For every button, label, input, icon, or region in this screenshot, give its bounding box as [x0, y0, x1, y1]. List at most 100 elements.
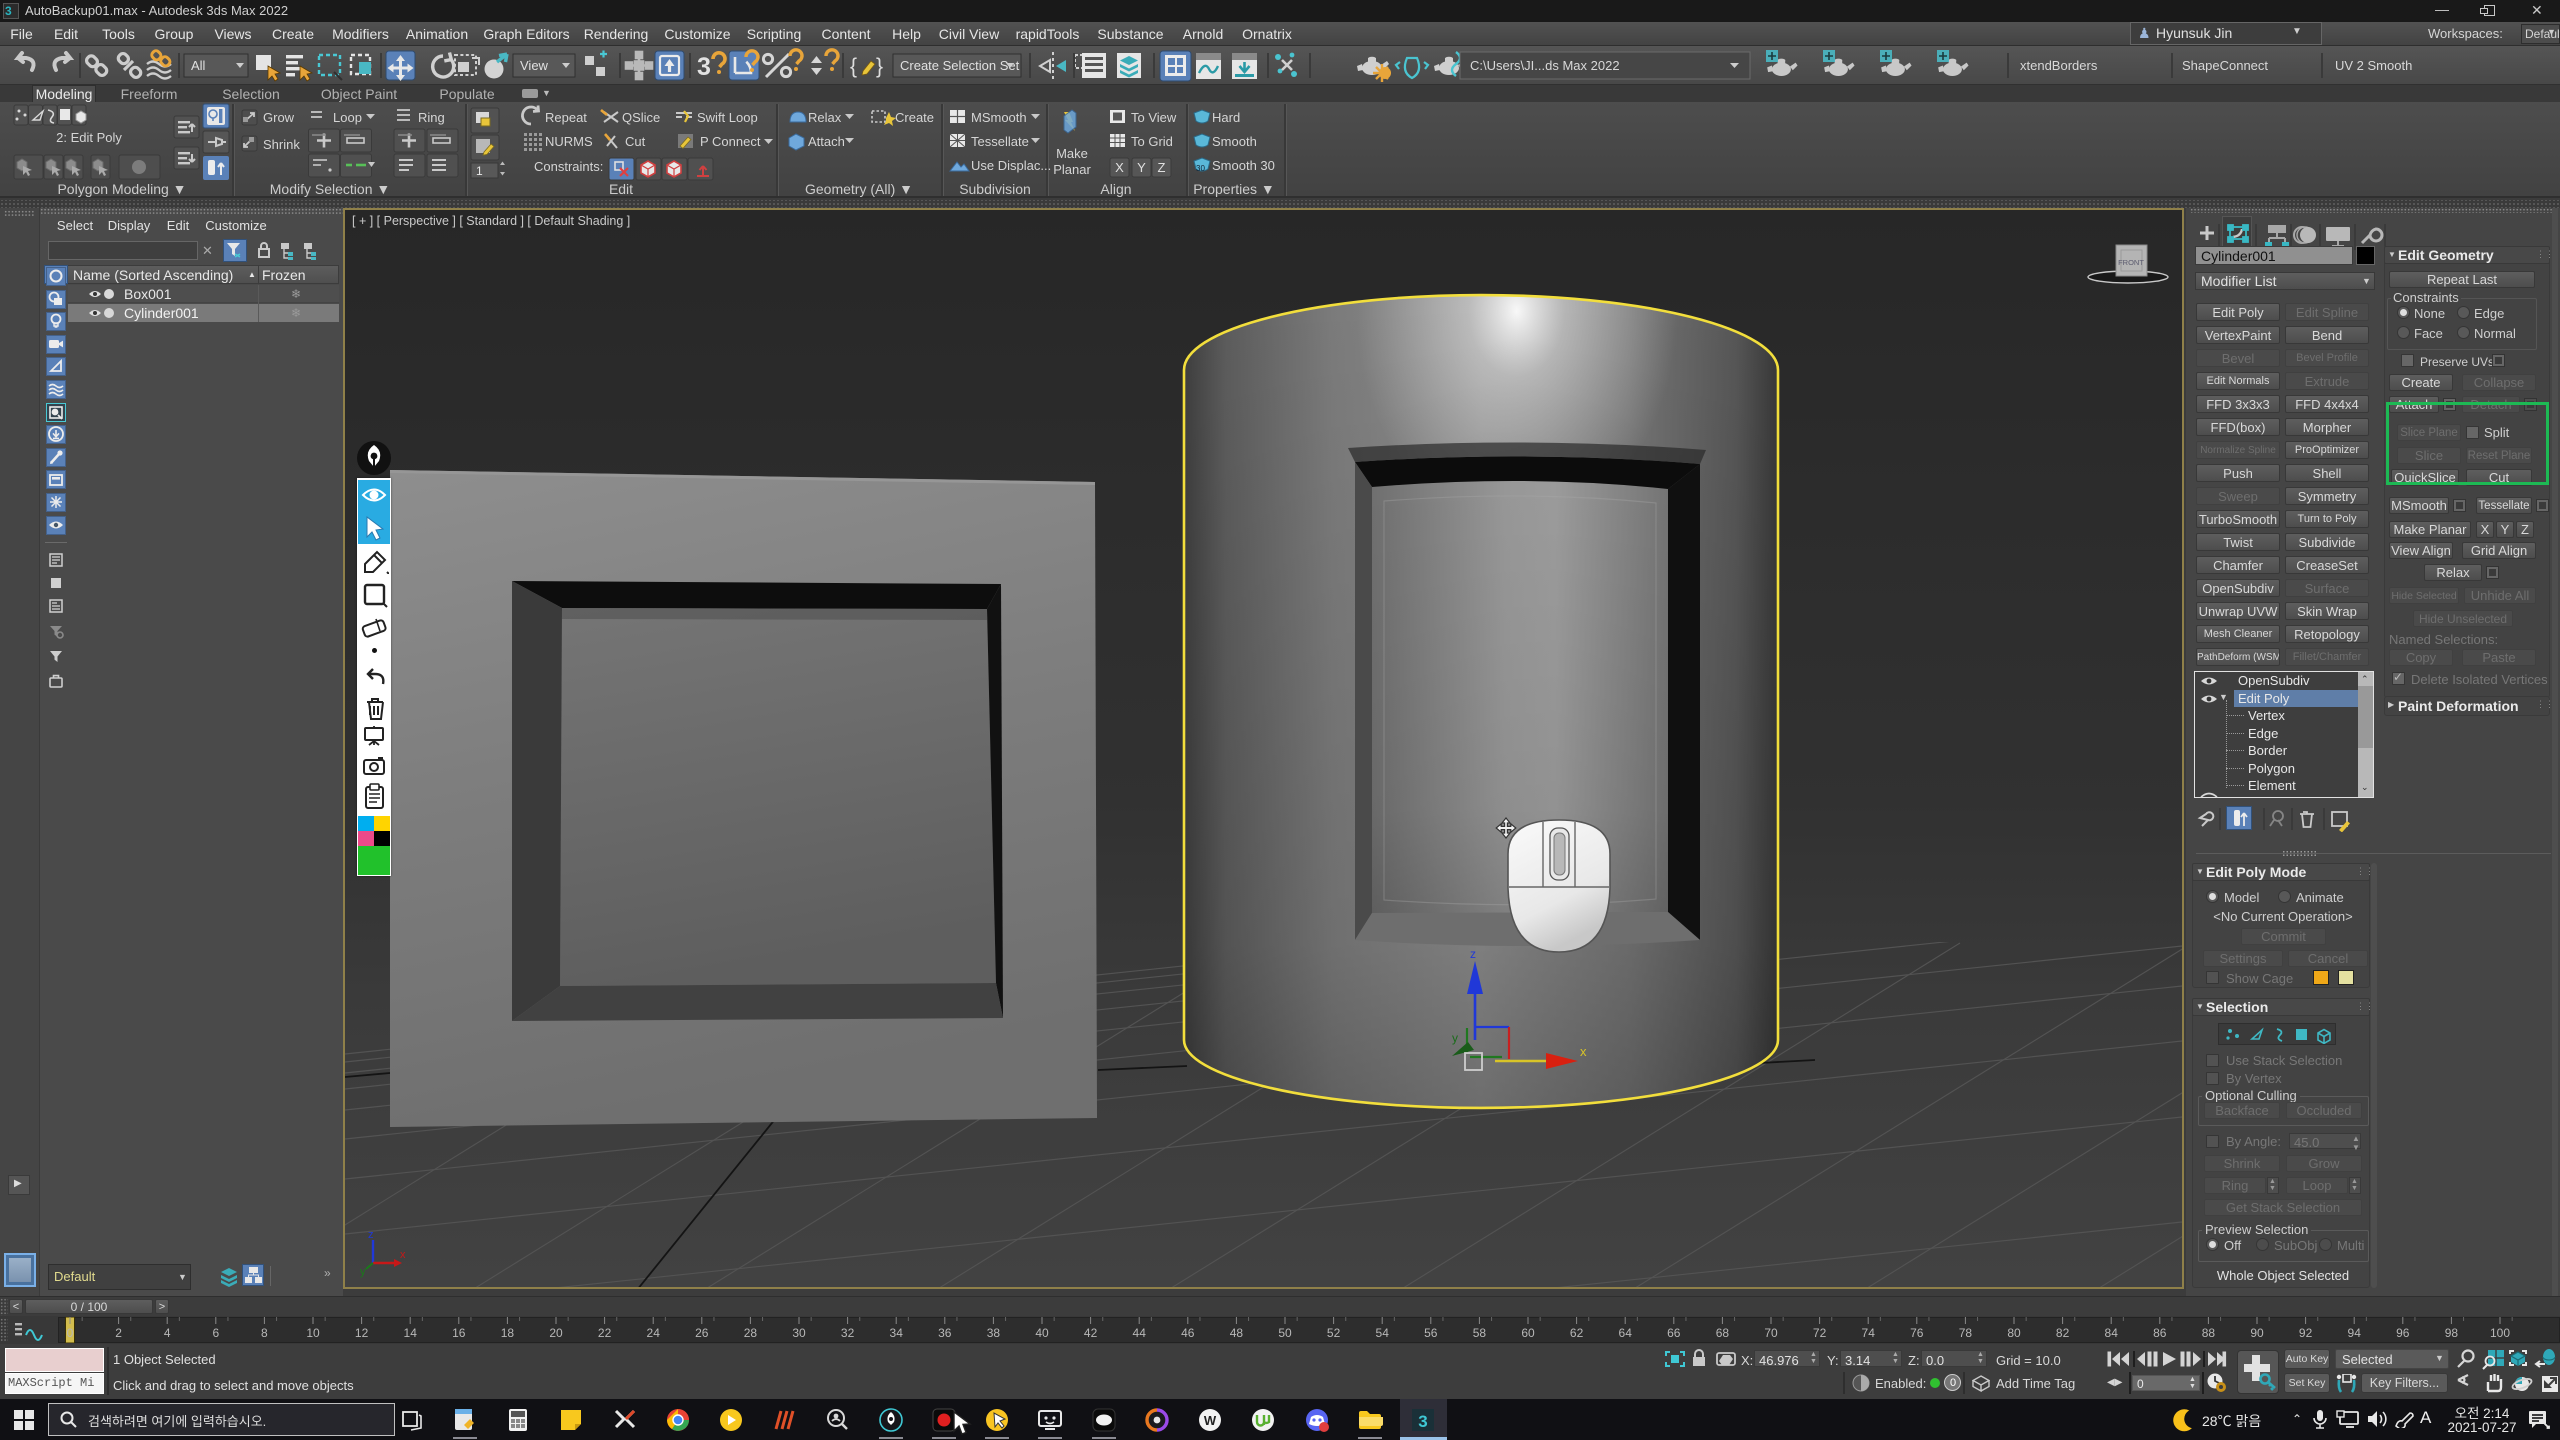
- svg-text:94: 94: [2348, 1326, 2362, 1340]
- svg-text:56: 56: [1424, 1326, 1438, 1340]
- svg-text:30: 30: [792, 1326, 806, 1340]
- svg-text:Use Displac...: Use Displac...: [971, 158, 1051, 173]
- svg-text:Planar: Planar: [1053, 162, 1091, 177]
- svg-text:z: z: [1470, 947, 1476, 961]
- svg-text:Geometry (All) ▼: Geometry (All) ▼: [805, 181, 913, 197]
- svg-text:16: 16: [452, 1326, 466, 1340]
- svg-text:3: 3: [1418, 1412, 1427, 1431]
- svg-text:50: 50: [1278, 1326, 1292, 1340]
- svg-text:UV 2 Smooth: UV 2 Smooth: [2335, 58, 2412, 73]
- svg-text:78: 78: [1959, 1326, 1973, 1340]
- svg-text:z: z: [368, 1229, 374, 1241]
- svg-text:52: 52: [1327, 1326, 1341, 1340]
- svg-text:88: 88: [2202, 1326, 2216, 1340]
- svg-text:26: 26: [695, 1326, 709, 1340]
- svg-text:84: 84: [2105, 1326, 2119, 1340]
- svg-text:Cut: Cut: [625, 134, 646, 149]
- svg-text:Modify Selection ▼: Modify Selection ▼: [270, 181, 390, 197]
- svg-text:W: W: [1204, 1413, 1217, 1428]
- svg-text:Smooth 30: Smooth 30: [1212, 158, 1275, 173]
- svg-text:70: 70: [1764, 1326, 1778, 1340]
- svg-text:38: 38: [987, 1326, 1001, 1340]
- svg-text:P Connect: P Connect: [700, 134, 761, 149]
- svg-text:Attach: Attach: [808, 134, 845, 149]
- svg-text:X: X: [1115, 160, 1124, 175]
- svg-text:42: 42: [1084, 1326, 1098, 1340]
- svg-text:30: 30: [1196, 164, 1205, 173]
- svg-text:All: All: [191, 58, 206, 73]
- svg-text:Create: Create: [895, 110, 934, 125]
- svg-text:64: 64: [1619, 1326, 1633, 1340]
- svg-text:}: }: [876, 55, 883, 78]
- svg-text:Ring: Ring: [418, 110, 445, 125]
- svg-text:0: 0: [67, 1326, 74, 1340]
- svg-text:36: 36: [938, 1326, 952, 1340]
- svg-text:Grow: Grow: [263, 110, 295, 125]
- svg-text:24: 24: [647, 1326, 661, 1340]
- svg-text:90: 90: [2250, 1326, 2264, 1340]
- svg-text:82: 82: [2056, 1326, 2070, 1340]
- svg-text:C:\Users\JI...ds Max 2022: C:\Users\JI...ds Max 2022: [1470, 58, 1620, 73]
- svg-text:Shrink: Shrink: [263, 137, 300, 152]
- svg-text:Subdivision: Subdivision: [959, 181, 1031, 197]
- svg-text:Smooth: Smooth: [1212, 134, 1257, 149]
- svg-text:View: View: [520, 58, 549, 73]
- svg-text:46: 46: [1181, 1326, 1195, 1340]
- svg-text:{: {: [850, 55, 857, 78]
- svg-text:76: 76: [1910, 1326, 1924, 1340]
- svg-text:Create Selection Set: Create Selection Set: [900, 58, 1020, 73]
- svg-text:22: 22: [598, 1326, 612, 1340]
- svg-text:68: 68: [1716, 1326, 1730, 1340]
- svg-text:Swift Loop: Swift Loop: [697, 110, 758, 125]
- svg-text:1: 1: [476, 164, 483, 178]
- svg-text:Hard: Hard: [1212, 110, 1240, 125]
- svg-text:NURMS: NURMS: [545, 134, 593, 149]
- svg-text:FRONT: FRONT: [2118, 258, 2144, 267]
- svg-text:x: x: [400, 1249, 406, 1261]
- svg-text:MSmooth: MSmooth: [971, 110, 1027, 125]
- svg-text:12: 12: [355, 1326, 369, 1340]
- svg-text:[ + ] [ Perspective ] [ Standa: [ + ] [ Perspective ] [ Standard ] [ Def…: [352, 214, 630, 228]
- svg-text:xtendBorders: xtendBorders: [2020, 58, 2098, 73]
- svg-text:10: 10: [306, 1326, 320, 1340]
- svg-text:44: 44: [1133, 1326, 1147, 1340]
- svg-text:Edit: Edit: [609, 181, 633, 197]
- svg-text:92: 92: [2299, 1326, 2313, 1340]
- svg-text:62: 62: [1570, 1326, 1584, 1340]
- svg-text:To Grid: To Grid: [1131, 134, 1173, 149]
- svg-text:86: 86: [2153, 1326, 2167, 1340]
- svg-text:Constraints:: Constraints:: [534, 159, 603, 174]
- svg-text:28: 28: [744, 1326, 758, 1340]
- svg-text:QSlice: QSlice: [622, 110, 660, 125]
- svg-text:20: 20: [549, 1326, 563, 1340]
- svg-text:6: 6: [212, 1326, 219, 1340]
- svg-text:Make: Make: [1056, 146, 1088, 161]
- svg-text:Properties ▼: Properties ▼: [1193, 181, 1275, 197]
- svg-text:8: 8: [261, 1326, 268, 1340]
- svg-text:x: x: [1580, 1044, 1587, 1059]
- svg-text:Tessellate: Tessellate: [971, 134, 1029, 149]
- svg-text:Loop: Loop: [333, 110, 362, 125]
- svg-text:100: 100: [2490, 1326, 2510, 1340]
- svg-text:Z: Z: [1158, 160, 1166, 175]
- svg-text:40: 40: [1035, 1326, 1049, 1340]
- svg-text:34: 34: [890, 1326, 904, 1340]
- svg-text:98: 98: [2445, 1326, 2459, 1340]
- svg-text:18: 18: [501, 1326, 515, 1340]
- svg-text:4: 4: [164, 1326, 171, 1340]
- svg-text:58: 58: [1473, 1326, 1487, 1340]
- svg-text:80: 80: [2007, 1326, 2021, 1340]
- svg-text:Polygon Modeling ▼: Polygon Modeling ▼: [57, 181, 186, 197]
- svg-text:60: 60: [1521, 1326, 1535, 1340]
- svg-text:96: 96: [2396, 1326, 2410, 1340]
- svg-text:y: y: [1452, 1031, 1458, 1045]
- svg-text:3: 3: [697, 53, 711, 81]
- svg-text:2: Edit Poly: 2: Edit Poly: [56, 130, 122, 145]
- svg-text:48: 48: [1230, 1326, 1244, 1340]
- svg-text:2: 2: [115, 1326, 122, 1340]
- svg-text:ShapeConnect: ShapeConnect: [2182, 58, 2268, 73]
- svg-text:To View: To View: [1131, 110, 1177, 125]
- svg-text:Repeat: Repeat: [545, 110, 587, 125]
- svg-text:Y: Y: [1137, 160, 1146, 175]
- svg-text:32: 32: [841, 1326, 855, 1340]
